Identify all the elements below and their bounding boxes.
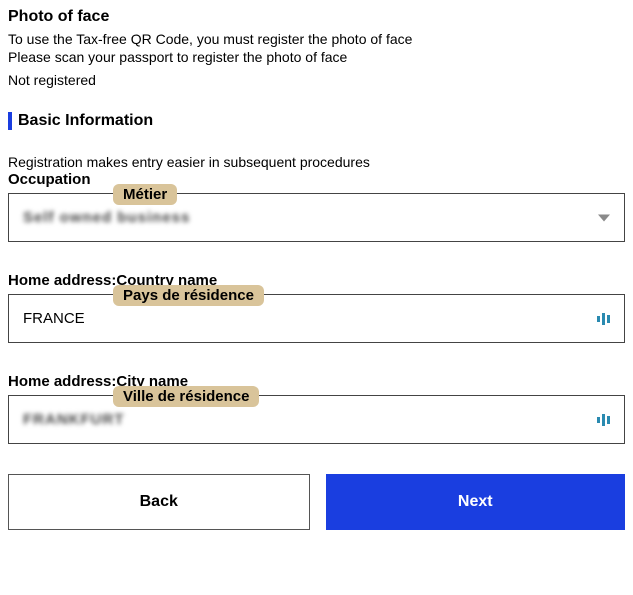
- country-value: FRANCE: [23, 310, 85, 327]
- occupation-badge-row: Métier: [8, 184, 625, 205]
- city-value: FRANKFURT: [23, 411, 124, 428]
- country-badge-row: Pays de résidence: [8, 285, 625, 306]
- photo-of-face-title: Photo of face: [8, 8, 625, 26]
- back-button[interactable]: Back: [8, 474, 310, 530]
- photo-status: Not registered: [8, 72, 625, 88]
- occupation-badge: Métier: [113, 184, 177, 205]
- voice-input-icon[interactable]: [597, 414, 610, 426]
- photo-description: To use the Tax-free QR Code, you must re…: [8, 30, 625, 66]
- city-badge-row: Ville de résidence: [8, 386, 625, 407]
- photo-desc-line2: Please scan your passport to register th…: [8, 49, 347, 65]
- chevron-down-icon: [598, 214, 610, 221]
- button-row: Back Next: [8, 474, 625, 530]
- country-badge: Pays de résidence: [113, 285, 264, 306]
- voice-input-icon[interactable]: [597, 313, 610, 325]
- next-button[interactable]: Next: [326, 474, 626, 530]
- occupation-value: Self owned business: [23, 209, 190, 226]
- basic-info-heading: Basic Information: [8, 112, 625, 130]
- basic-info-subtext: Registration makes entry easier in subse…: [8, 154, 625, 170]
- photo-desc-line1: To use the Tax-free QR Code, you must re…: [8, 31, 412, 47]
- city-badge: Ville de résidence: [113, 386, 259, 407]
